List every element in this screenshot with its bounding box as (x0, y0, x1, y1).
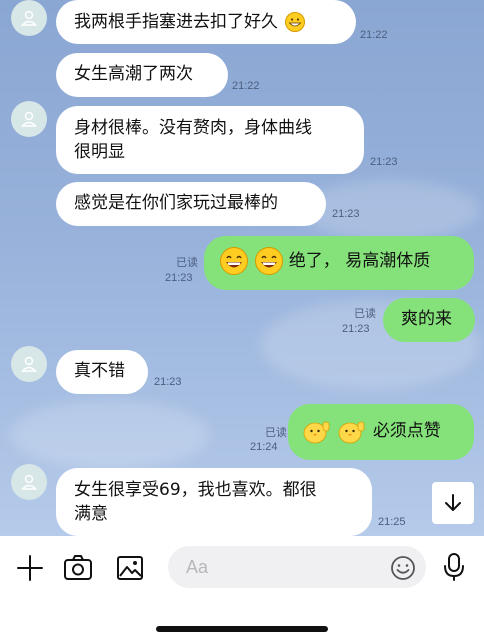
background-cloud (10, 400, 210, 470)
message-bubble-incoming[interactable]: 我两根手指塞进去扣了好久 (56, 0, 356, 44)
add-button[interactable] (14, 552, 46, 584)
read-receipt: 已读 (265, 426, 287, 439)
message-text: 身材很棒。没有赘肉，身体曲线 (74, 118, 312, 138)
message-time: 21:22 (232, 80, 260, 92)
laughing-face-icon (220, 247, 248, 275)
grinning-face-icon (285, 12, 306, 32)
contact-avatar[interactable] (11, 464, 47, 500)
message-time: 21:24 (250, 441, 278, 453)
message-time: 21:23 (332, 208, 360, 220)
chat-area[interactable]: 我两根手指塞进去扣了好久 21:22 女生高潮了两次 21:22 身材很棒。没有… (0, 0, 484, 536)
smiley-icon (391, 556, 415, 580)
person-icon (20, 10, 38, 26)
contact-avatar[interactable] (11, 101, 47, 137)
laughing-face-icon (255, 247, 284, 275)
camera-button[interactable] (62, 552, 94, 584)
message-time: 21:23 (154, 376, 182, 388)
composer-bar (0, 536, 484, 640)
message-bubble-incoming[interactable]: 身材很棒。没有赘肉，身体曲线 很明显 (56, 106, 364, 174)
home-indicator (156, 626, 328, 632)
plus-icon (17, 555, 43, 581)
message-bubble-incoming[interactable]: 女生高潮了两次 (56, 53, 228, 97)
emoji-button[interactable] (388, 553, 418, 583)
message-bubble-outgoing[interactable]: 绝了， 易高潮体质 (204, 236, 474, 290)
voice-button[interactable] (438, 550, 470, 584)
message-text: 感觉是在你们家玩过最棒的 (74, 193, 278, 213)
message-time: 21:25 (378, 516, 406, 528)
message-bubble-incoming[interactable]: 女生很享受69，我也喜欢。都很 满意 (56, 468, 372, 536)
message-time: 21:22 (360, 29, 388, 41)
contact-avatar[interactable] (11, 0, 47, 36)
arrow-down-icon (445, 494, 461, 511)
message-text: 女生高潮了两次 (74, 64, 193, 84)
message-text: 真不错 (74, 361, 125, 381)
message-text: 满意 (74, 504, 108, 524)
scroll-to-bottom-button[interactable] (432, 482, 474, 524)
message-text: 爽的来 (401, 309, 452, 329)
message-bubble-incoming[interactable]: 感觉是在你们家玩过最棒的 (56, 182, 326, 226)
person-icon (20, 474, 38, 490)
background-cloud (300, 180, 480, 240)
message-text: 很明显 (74, 142, 125, 162)
read-receipt: 已读 (176, 256, 198, 269)
message-text: 女生很享受69，我也喜欢。都很 (74, 480, 317, 500)
message-time: 21:23 (342, 323, 370, 335)
image-button[interactable] (114, 552, 146, 584)
person-icon (20, 111, 38, 127)
camera-icon (64, 555, 92, 580)
thumbs-up-chick-icon (302, 417, 332, 445)
message-bubble-outgoing[interactable]: 爽的来 (383, 298, 475, 342)
message-time: 21:23 (370, 156, 398, 168)
message-bubble-outgoing[interactable]: 必须点赞 (288, 404, 474, 460)
thumbs-up-chick-icon (337, 417, 367, 445)
microphone-icon (444, 553, 464, 581)
person-icon (20, 356, 38, 372)
message-time: 21:23 (165, 272, 193, 284)
contact-avatar[interactable] (11, 346, 47, 382)
message-bubble-incoming[interactable]: 真不错 (56, 350, 148, 394)
image-icon (117, 556, 143, 580)
message-text: 必须点赞 (372, 421, 441, 441)
message-text: 我两根手指塞进去扣了好久 (74, 12, 278, 32)
message-text: 绝了， 易高潮体质 (288, 251, 431, 271)
read-receipt: 已读 (354, 307, 376, 320)
